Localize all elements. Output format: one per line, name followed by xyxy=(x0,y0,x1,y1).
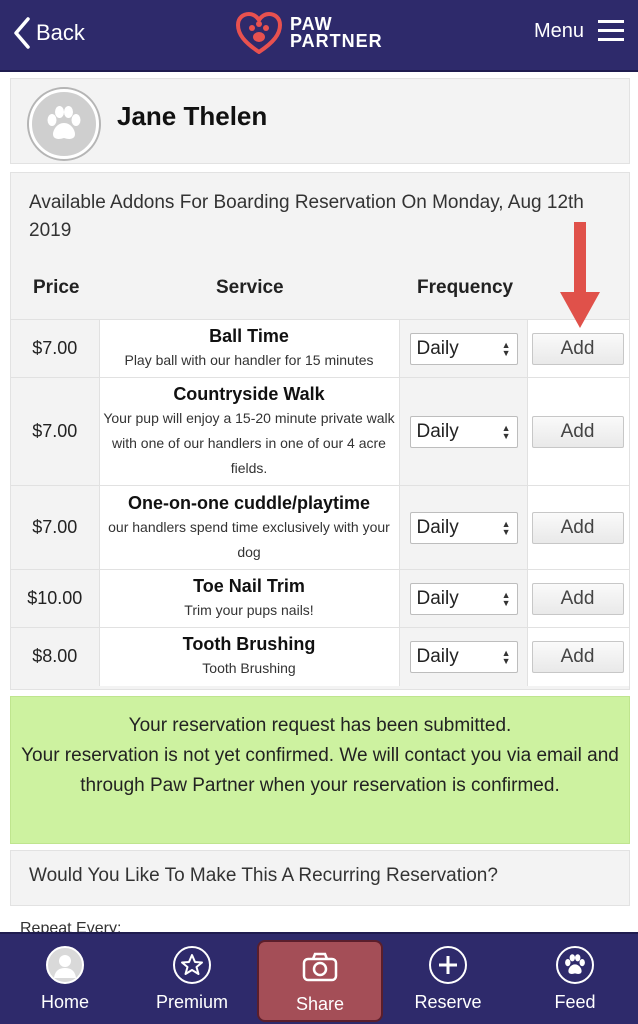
frequency-select[interactable]: Daily ▲ ▼ xyxy=(409,582,518,615)
avatar-icon xyxy=(46,946,84,984)
table-row: $7.00 Ball Time Play ball with our handl… xyxy=(11,319,629,378)
nav-label: Feed xyxy=(554,992,596,1012)
table-row: $7.00 One-on-one cuddle/playtime our han… xyxy=(11,485,629,570)
pet-owner-card: Jane Thelen xyxy=(10,78,630,164)
addons-table: $7.00 Ball Time Play ball with our handl… xyxy=(11,319,629,686)
nav-label: Premium xyxy=(155,992,228,1012)
service-name: Countryside Walk xyxy=(173,384,325,404)
service-description: Your pup will enjoy a 15-20 minute priva… xyxy=(103,410,395,476)
table-row: $7.00 Countryside Walk Your pup will enj… xyxy=(11,377,629,486)
notice-line-1: Your reservation request has been submit… xyxy=(128,715,512,736)
frequency-select[interactable]: Daily ▲ ▼ xyxy=(409,511,518,544)
nav-feed[interactable]: Feed xyxy=(512,934,638,1024)
table-row: $10.00 Toe Nail Trim Trim your pups nail… xyxy=(11,569,629,628)
avatar xyxy=(29,89,99,159)
frequency-value: Daily xyxy=(416,420,459,442)
addons-title: Available Addons For Boarding Reservatio… xyxy=(29,192,584,241)
frequency-value: Daily xyxy=(416,645,459,667)
plus-icon xyxy=(429,946,467,984)
row-price: $8.00 xyxy=(11,627,100,686)
add-button[interactable]: Add xyxy=(531,511,624,544)
camera-icon xyxy=(301,948,339,986)
row-price: $7.00 xyxy=(11,377,100,486)
top-nav-bar: Back PAW PARTNER Menu xyxy=(0,0,638,72)
select-arrows-icon: ▲ ▼ xyxy=(501,518,511,537)
reservation-submitted-notice: Your reservation request has been submit… xyxy=(10,696,630,844)
row-service: Countryside Walk Your pup will enjoy a 1… xyxy=(99,377,400,486)
chevron-left-icon xyxy=(14,17,30,49)
add-button[interactable]: Add xyxy=(531,415,624,448)
row-service: Tooth Brushing Tooth Brushing xyxy=(99,627,400,686)
service-description: Tooth Brushing xyxy=(202,660,296,677)
service-name: Tooth Brushing xyxy=(182,634,316,655)
add-button[interactable]: Add xyxy=(531,582,624,615)
nav-premium[interactable]: Premium xyxy=(129,934,255,1024)
frequency-select[interactable]: Daily ▲ ▼ xyxy=(409,415,518,448)
heart-paw-logo-icon xyxy=(236,12,282,54)
column-header-frequency: Frequency xyxy=(417,277,514,298)
nav-label: Home xyxy=(40,992,89,1012)
select-arrows-icon: ▲ ▼ xyxy=(501,422,511,441)
bottom-nav-bar: Home Premium Share Reserve Feed xyxy=(0,932,638,1024)
repeat-every-label: Repeat Every: xyxy=(20,920,122,932)
row-service: Ball Time Play ball with our handler for… xyxy=(99,319,400,378)
nav-home[interactable]: Home xyxy=(2,934,128,1024)
paw-icon xyxy=(47,106,81,139)
add-button[interactable]: Add xyxy=(531,640,624,673)
annotation-arrow-icon xyxy=(560,222,600,328)
nav-label: Reserve xyxy=(414,992,482,1012)
table-row: $8.00 Tooth Brushing Tooth Brushing Dail… xyxy=(11,627,629,686)
nav-reserve[interactable]: Reserve xyxy=(385,934,511,1024)
addons-panel: Available Addons For Boarding Reservatio… xyxy=(10,172,630,690)
hamburger-icon xyxy=(598,20,624,41)
paw-icon xyxy=(556,946,594,984)
frequency-value: Daily xyxy=(416,337,459,359)
service-description: Trim your pups nails! xyxy=(184,602,314,618)
logo-text-partner: PARTNER xyxy=(290,31,383,51)
select-arrows-icon: ▲ ▼ xyxy=(501,647,511,666)
column-header-price: Price xyxy=(33,277,80,298)
recurring-reservation-panel: Would You Like To Make This A Recurring … xyxy=(10,850,630,906)
service-name: Toe Nail Trim xyxy=(193,576,305,596)
paw-partner-logo: PAW PARTNER xyxy=(236,12,383,54)
menu-label: Menu xyxy=(533,19,584,42)
main-content: Jane Thelen Available Addons For Boardin… xyxy=(0,72,638,932)
frequency-select[interactable]: Daily ▲ ▼ xyxy=(409,640,518,673)
owner-name: Jane Thelen xyxy=(117,101,268,131)
row-price: $7.00 xyxy=(11,319,100,378)
back-label: Back xyxy=(36,20,85,45)
row-service: Toe Nail Trim Trim your pups nails! xyxy=(99,569,400,628)
service-description: our handlers spend time exclusively with… xyxy=(108,518,390,560)
row-price: $7.00 xyxy=(11,485,100,570)
service-name: Ball Time xyxy=(209,326,289,346)
row-price: $10.00 xyxy=(11,569,100,628)
service-name: One-on-one cuddle/playtime xyxy=(127,492,371,513)
star-icon xyxy=(173,946,211,984)
notice-line-2: Your reservation is not yet confirmed. W… xyxy=(21,745,619,796)
add-button[interactable]: Add xyxy=(531,332,624,365)
nav-share[interactable]: Share xyxy=(257,940,383,1022)
column-header-service: Service xyxy=(216,277,284,298)
nav-label: Share xyxy=(295,994,345,1014)
frequency-select[interactable]: Daily ▲ ▼ xyxy=(409,332,518,365)
service-description: Play ball with our handler for 15 minute… xyxy=(124,352,374,368)
select-arrows-icon: ▲ ▼ xyxy=(501,589,511,608)
frequency-value: Daily xyxy=(416,587,459,609)
back-button[interactable]: Back xyxy=(12,16,85,50)
row-service: One-on-one cuddle/playtime our handlers … xyxy=(99,485,400,570)
recurring-question: Would You Like To Make This A Recurring … xyxy=(29,865,498,886)
menu-button[interactable]: Menu xyxy=(534,16,626,46)
select-arrows-icon: ▲ ▼ xyxy=(501,339,511,358)
frequency-value: Daily xyxy=(416,516,459,538)
